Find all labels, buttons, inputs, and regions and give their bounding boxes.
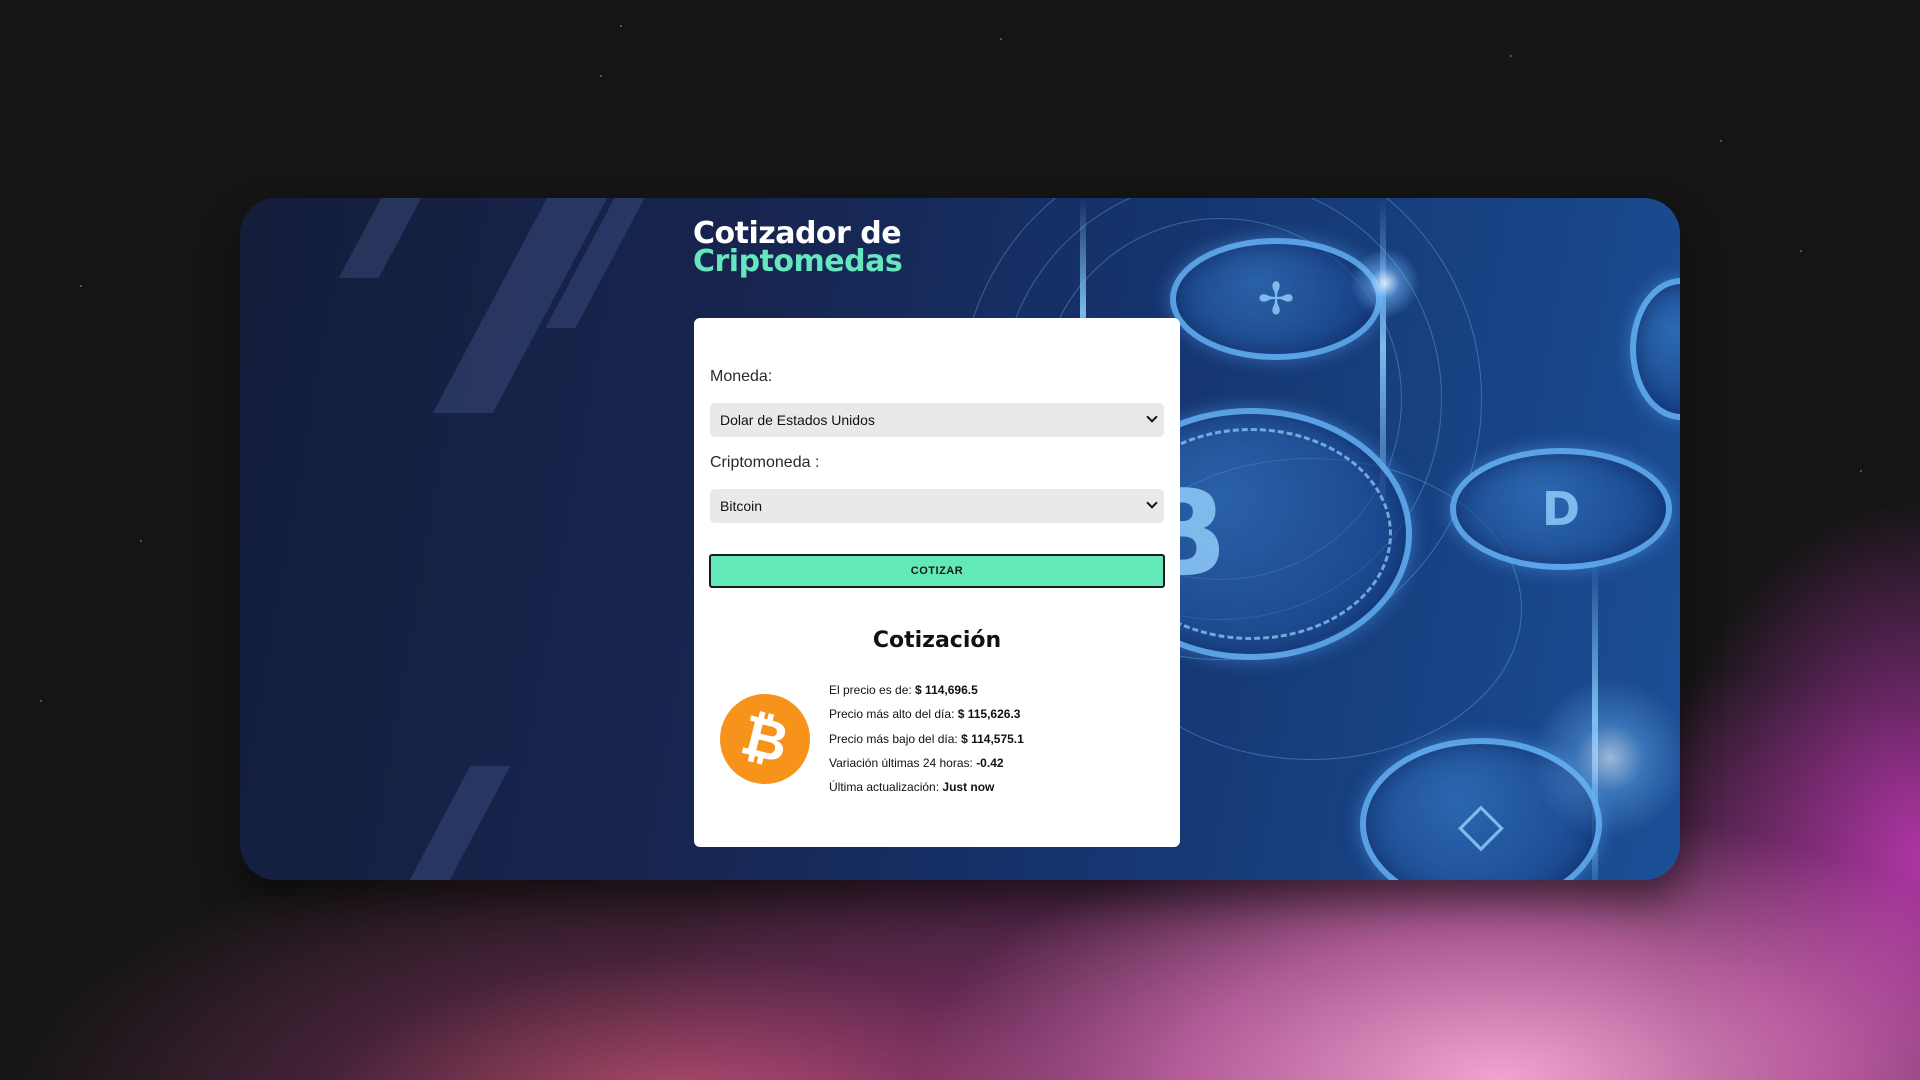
crypto-select-value: Bitcoin — [720, 498, 763, 514]
change-label: Variación últimas 24 horas: — [829, 755, 977, 770]
price-label: El precio es de: — [829, 683, 916, 697]
change-value: -0.42 — [976, 755, 1004, 770]
updated-row: Última actualización: Just now — [829, 775, 1024, 799]
crypto-label: Criptomoneda : — [710, 454, 820, 471]
bitcoin-logo-icon: ₿ — [720, 694, 810, 784]
app-title-line-2: Criptomedas — [693, 244, 903, 279]
result-heading: Cotización — [872, 628, 1002, 653]
dash-coin-icon: D — [1450, 448, 1672, 570]
quote-button[interactable]: COTIZAR — [709, 554, 1165, 588]
low-label: Precio más bajo del día: — [829, 731, 962, 746]
app-title: Cotizador de Criptomedas — [693, 219, 903, 279]
currency-select[interactable]: Dolar de Estados Unidos — [710, 403, 1164, 437]
decor-glow — [1530, 678, 1680, 838]
crypto-select[interactable]: Bitcoin — [710, 489, 1164, 523]
currency-label: Moneda: — [710, 368, 773, 385]
decor-stripe — [338, 198, 422, 278]
decor-glow — [1350, 248, 1420, 318]
updated-label: Última actualización: — [829, 780, 943, 795]
high-row: Precio más alto del día: $ 115,626.3 — [829, 702, 1024, 726]
change-row: Variación últimas 24 horas: -0.42 — [829, 751, 1024, 775]
decor-stripe — [409, 766, 511, 880]
updated-value: Just now — [942, 780, 995, 795]
chevron-down-icon — [1146, 411, 1158, 423]
price-value: $ 114,696.5 — [915, 683, 978, 697]
chevron-down-icon — [1146, 497, 1158, 509]
high-value: $ 115,626.3 — [957, 707, 1021, 722]
cardano-coin-icon — [1630, 278, 1680, 420]
price-row: El precio es de: $ 114,696.5 — [829, 678, 1024, 702]
high-label: Precio más alto del día: — [829, 707, 958, 722]
quote-form-panel: Moneda: Dolar de Estados Unidos Criptomo… — [694, 318, 1180, 847]
currency-select-value: Dolar de Estados Unidos — [720, 412, 875, 428]
ripple-coin-icon: ✢ — [1170, 238, 1382, 360]
low-value: $ 114,575.1 — [961, 731, 1024, 746]
low-row: Precio más bajo del día: $ 114,575.1 — [829, 727, 1024, 751]
quote-details: El precio es de: $ 114,696.5 Precio más … — [829, 678, 1024, 799]
